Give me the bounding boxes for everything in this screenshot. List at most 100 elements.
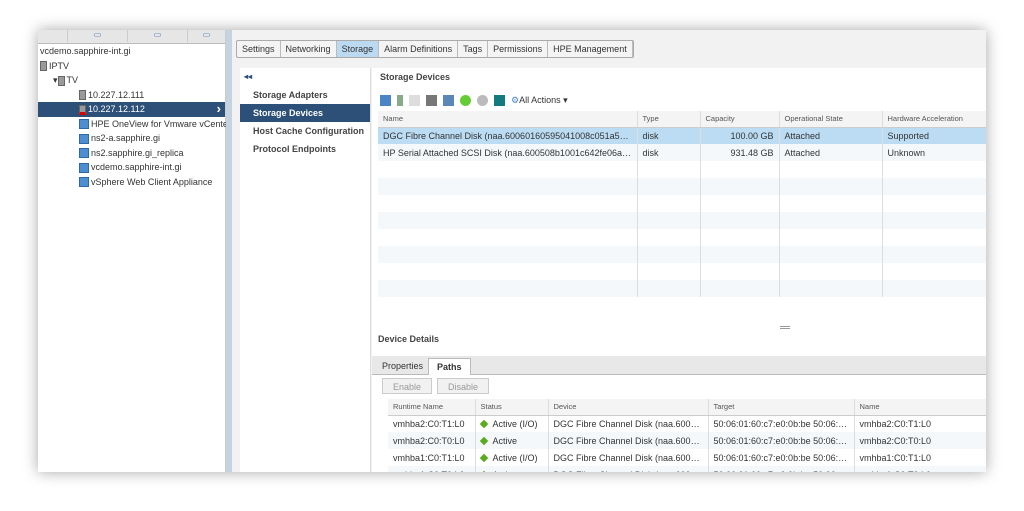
tree-item[interactable]: IPTV (38, 59, 225, 74)
table-cell: HP Serial Attached SCSI Disk (naa.600508… (378, 144, 638, 161)
rename-icon[interactable] (426, 95, 437, 106)
table-row (378, 229, 986, 246)
table-cell: Attached (779, 144, 883, 161)
status-active-icon (479, 470, 488, 472)
nav-item-storage-adapters[interactable]: Storage Adapters (240, 86, 370, 104)
table-cell (378, 178, 638, 195)
table-cell (637, 263, 701, 280)
tab-settings[interactable]: Settings (237, 41, 281, 57)
table-cell: Active (I/O) (475, 449, 549, 466)
column-header[interactable]: Name (854, 399, 986, 416)
content-panel: Settings Networking Storage Alarm Definitio… (232, 30, 986, 472)
table-cell: disk (637, 127, 701, 144)
table-row[interactable]: DGC Fibre Channel Disk (naa.600601605950… (378, 127, 986, 144)
tree-item-label: IPTV (49, 60, 70, 71)
detach-icon[interactable] (409, 95, 420, 106)
tree-item[interactable]: HPE OneView for Vmware vCenter (38, 117, 231, 132)
column-header[interactable]: Runtime Name (388, 399, 476, 416)
table-cell: vmhba2:C0:T1:L0 (388, 415, 476, 432)
turn-on-led-icon[interactable] (460, 95, 471, 106)
column-header[interactable]: Hardware Acceleration (882, 111, 986, 128)
edit-icon[interactable] (443, 95, 454, 106)
nav-item-storage-devices[interactable]: Storage Devices (240, 104, 370, 122)
table-cell (637, 161, 701, 178)
hosts-tab[interactable] (38, 30, 68, 42)
tree-item[interactable]: vSphere Web Client Appliance (38, 175, 225, 190)
cell-text: DGC Fibre Channel Disk (naa.6006... (553, 452, 704, 463)
refresh-icon[interactable] (380, 95, 391, 106)
table-row[interactable]: vmhba1:C0:T0:L0 Active DGC Fibre Channel D… (388, 466, 986, 472)
column-header[interactable]: Device (548, 399, 709, 416)
tree-item[interactable]: vcdemo.sapphire-int.gi (38, 160, 225, 175)
status-active-icon (479, 453, 488, 462)
datacenter-icon (40, 61, 47, 72)
table-cell: vmhba1:C0:T0:L0 (388, 466, 476, 472)
tree-item-label: vcdemo.sapphire-int.gi (91, 162, 182, 172)
table-row[interactable]: vmhba2:C0:T1:L0 Active (I/O) DGC Fibre Cha… (388, 415, 986, 432)
cluster-icon (57, 75, 65, 86)
table-cell (882, 195, 986, 212)
tab-storage[interactable]: Storage (336, 41, 380, 57)
column-header[interactable]: Status (475, 399, 549, 416)
table-cell: 50:06:01:60:c7:e0:0b:be 50:06:0... (708, 432, 855, 449)
table-cell (637, 195, 701, 212)
table-cell (700, 161, 780, 178)
tree-item[interactable]: ▾ TV (38, 73, 225, 88)
table-row[interactable]: HP Serial Attached SCSI Disk (naa.600508… (378, 144, 986, 161)
inventory-panel: ▭ ▭ ▭ vcdemo.sapphire-int.gi IPTV ▾ TV 10.2… (38, 30, 231, 472)
disable-button[interactable]: Disable (437, 378, 489, 394)
column-header[interactable]: Operational State (779, 111, 883, 128)
table-cell (882, 161, 986, 178)
table-cell: Attached (779, 127, 883, 144)
nav-item-host-cache-configuration[interactable]: Host Cache Configuration (240, 122, 370, 140)
tab-tags[interactable]: Tags (458, 41, 489, 57)
tree-item[interactable]: 10.227.12.112 › (38, 101, 225, 117)
tab-permissions[interactable]: Permissions (488, 41, 549, 57)
cell-text: 50:06:01:60:c7:e0:0b:be 50:06:0... (713, 452, 851, 463)
network-tab[interactable]: ▭ (188, 30, 226, 42)
table-cell: vmhba1:C0:T1:L0 (854, 449, 986, 466)
splitter-handle[interactable] (780, 326, 790, 329)
table-cell (882, 212, 986, 229)
table-cell (700, 229, 780, 246)
table-cell (637, 178, 701, 195)
flash-icon[interactable] (494, 95, 505, 106)
storage-tab[interactable]: ▭ (128, 30, 188, 42)
column-header[interactable]: Type (637, 111, 701, 128)
turn-off-led-icon[interactable] (477, 95, 488, 106)
collapse-nav-button[interactable]: ◂◂ (240, 68, 370, 86)
table-cell (378, 229, 638, 246)
cell-text: vmhba1:C0:T0:L0 (860, 470, 932, 473)
tree-item[interactable]: ns2.sapphire.gi_replica (38, 146, 225, 161)
tab-hpe-management[interactable]: HPE Management (548, 41, 633, 57)
vsphere-window: ▭ ▭ ▭ vcdemo.sapphire-int.gi IPTV ▾ TV 10.2… (38, 30, 986, 472)
column-header[interactable]: Capacity (700, 111, 780, 128)
all-actions-menu[interactable]: ⚙All Actions ▾ (511, 95, 568, 106)
table-cell (779, 161, 883, 178)
tree-item[interactable]: 10.227.12.111 (38, 88, 225, 103)
tree-item-label: 10.227.12.112 (88, 104, 145, 114)
tab-alarm-definitions[interactable]: Alarm Definitions (379, 41, 459, 57)
tab-paths[interactable]: Paths (428, 358, 471, 375)
column-header[interactable]: Name (378, 111, 638, 128)
attach-icon[interactable] (397, 95, 403, 106)
table-cell (378, 212, 638, 229)
table-row[interactable]: vmhba2:C0:T0:L0 Active DGC Fibre Channel D… (388, 432, 986, 449)
vms-tab[interactable]: ▭ (68, 30, 128, 42)
table-row[interactable]: vmhba1:C0:T1:L0 Active (I/O) DGC Fibre Cha… (388, 449, 986, 466)
enable-button[interactable]: Enable (382, 378, 432, 394)
tab-networking[interactable]: Networking (281, 41, 337, 57)
tree-item[interactable]: ns2-a.sapphire.gi (38, 131, 225, 146)
gear-icon: ⚙ (511, 95, 520, 105)
tab-properties[interactable]: Properties (374, 358, 431, 375)
table-cell: 100.00 GB (700, 127, 780, 144)
column-header[interactable]: Target (708, 399, 855, 416)
chevron-right-icon[interactable]: › (217, 101, 221, 117)
table-row (378, 280, 986, 297)
table-cell: vmhba2:C0:T1:L0 (854, 415, 986, 432)
table-cell (779, 178, 883, 195)
table-cell: disk (637, 144, 701, 161)
nav-item-protocol-endpoints[interactable]: Protocol Endpoints (240, 140, 370, 158)
tree-root[interactable]: vcdemo.sapphire-int.gi (38, 44, 225, 59)
table-cell: vmhba2:C0:T0:L0 (854, 432, 986, 449)
